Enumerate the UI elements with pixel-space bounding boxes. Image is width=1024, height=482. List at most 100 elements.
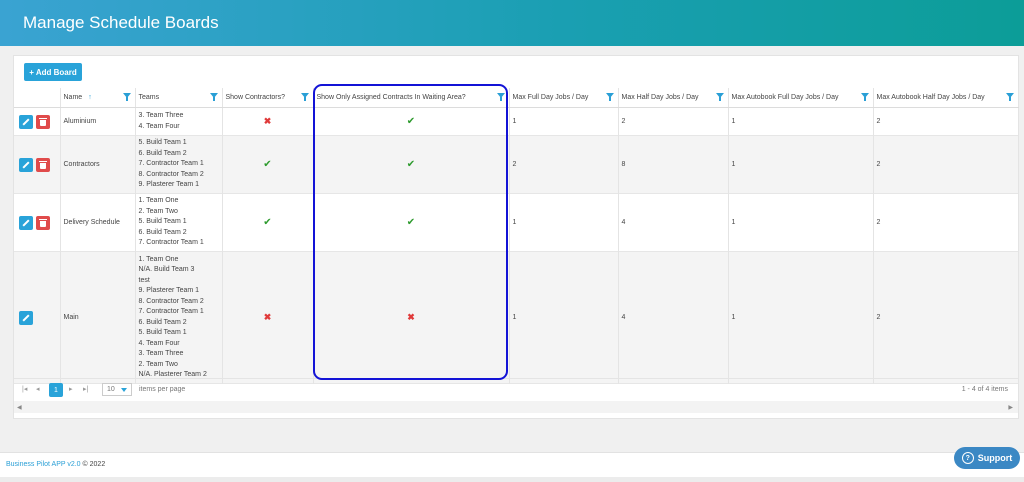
max-half-value: 4 xyxy=(618,193,729,252)
max-full-value: 2 xyxy=(509,135,619,194)
row-actions xyxy=(14,193,61,252)
page-title: Manage Schedule Boards xyxy=(23,13,219,32)
footer-brand-link[interactable]: Business Pilot APP v2.0 xyxy=(6,461,81,468)
row-actions xyxy=(14,107,61,136)
filter-icon[interactable] xyxy=(209,93,218,101)
show-assigned-cell: ✔ xyxy=(313,193,510,252)
bottom-strip xyxy=(0,477,1024,482)
show-contractors-cell: ✔ xyxy=(222,193,314,252)
col-auto-full-header[interactable]: Max Autobook Full Day Jobs / Day xyxy=(728,88,874,108)
team-item: 1. Team One xyxy=(138,197,179,205)
team-item: N/A. Build Team 3 xyxy=(138,266,195,273)
team-item: 5. Build Team 1 xyxy=(138,329,187,336)
max-half-value: 2 xyxy=(618,107,729,136)
show-assigned-cell: ✖ xyxy=(313,251,510,384)
boards-card: + Add Board Name ↑ Teams Show Contractors… xyxy=(13,55,1019,419)
filter-icon[interactable] xyxy=(605,93,614,101)
filter-icon[interactable] xyxy=(1005,93,1014,101)
col-max-full-header[interactable]: Max Full Day Jobs / Day xyxy=(509,88,619,108)
edit-icon[interactable] xyxy=(19,157,33,172)
delete-icon[interactable] xyxy=(36,114,50,129)
team-item: 6. Build Team 2 xyxy=(138,318,187,326)
footer: Business Pilot APP v2.0 © 2022 xyxy=(0,452,1024,478)
edit-icon[interactable] xyxy=(19,310,33,325)
sort-asc-icon: ↑ xyxy=(88,94,92,101)
team-item: 2. Team Two xyxy=(138,207,178,215)
board-name: Delivery Schedule xyxy=(60,193,136,252)
team-item: 1. Team One xyxy=(138,255,179,263)
col-max-half-header[interactable]: Max Half Day Jobs / Day xyxy=(618,88,729,108)
items-per-page-label: items per page xyxy=(139,386,186,393)
show-assigned-cell: ✔ xyxy=(313,135,510,194)
team-item: 6. Build Team 2 xyxy=(138,149,187,157)
pager: |◂ ◂ 1 ▸ ▸| 10 items per page 1 - 4 of 4… xyxy=(14,378,1018,401)
col-show-assigned-header[interactable]: Show Only Assigned Contracts In Waiting … xyxy=(313,88,510,108)
scroll-left-icon[interactable]: ◀ xyxy=(17,404,22,411)
auto-half-value: 2 xyxy=(873,135,1019,194)
page-header: Manage Schedule Boards xyxy=(0,0,1024,46)
auto-half-value: 2 xyxy=(873,107,1019,136)
col-name-header[interactable]: Name ↑ xyxy=(60,88,136,108)
auto-half-value: 2 xyxy=(873,251,1019,384)
teams-list: 5. Build Team 1 6. Build Team 2 7. Contrac… xyxy=(135,135,223,194)
add-board-button[interactable]: + Add Board xyxy=(24,63,82,81)
auto-half-value: 2 xyxy=(873,193,1019,252)
teams-list: 1. Team One N/A. Build Team 3 test 9. Plast… xyxy=(135,251,223,384)
col-show-contractors-header[interactable]: Show Contractors? xyxy=(222,88,314,108)
table-row: Aluminium 3. Team Three 4. Team Four ✖ ✔ 1 2 1 2 xyxy=(14,107,1019,136)
prev-page-icon[interactable]: ◂ xyxy=(36,385,40,393)
max-full-value: 1 xyxy=(509,251,619,384)
auto-full-value: 1 xyxy=(728,135,874,194)
team-item: 9. Plasterer Team 1 xyxy=(138,181,200,189)
delete-icon[interactable] xyxy=(36,215,50,230)
team-item: 6. Build Team 2 xyxy=(138,228,187,236)
horizontal-scrollbar[interactable]: ◀ ▶ xyxy=(14,401,1018,413)
auto-full-value: 1 xyxy=(728,251,874,384)
team-item: 2. Team Two xyxy=(138,360,178,368)
header-row: Name ↑ Teams Show Contractors? Show Only … xyxy=(14,88,1019,108)
current-page-button[interactable]: 1 xyxy=(49,383,63,397)
team-item: 5. Build Team 1 xyxy=(138,218,187,226)
team-item: 7. Contractor Team 1 xyxy=(138,239,204,247)
delete-icon[interactable] xyxy=(36,157,50,172)
team-item: test xyxy=(138,276,150,284)
team-item: 7. Contractor Team 1 xyxy=(138,308,204,315)
board-name: Aluminium xyxy=(60,107,136,136)
board-name: Contractors xyxy=(60,135,136,194)
cross-icon: ✖ xyxy=(263,312,272,322)
edit-icon[interactable] xyxy=(19,114,33,129)
next-page-icon[interactable]: ▸ xyxy=(69,385,73,393)
table-row: Main 1. Team One N/A. Build Team 3 test 9. P… xyxy=(14,251,1019,384)
col-teams-header[interactable]: Teams xyxy=(135,88,223,108)
first-page-icon[interactable]: |◂ xyxy=(22,385,27,393)
show-assigned-cell: ✔ xyxy=(313,107,510,136)
check-icon: ✔ xyxy=(406,116,416,127)
cross-icon: ✖ xyxy=(263,116,272,126)
auto-full-value: 1 xyxy=(728,107,874,136)
auto-full-value: 1 xyxy=(728,193,874,252)
filter-icon[interactable] xyxy=(715,93,724,101)
support-button[interactable]: ? Support xyxy=(954,447,1020,469)
filter-icon[interactable] xyxy=(496,93,505,101)
page-size-select[interactable]: 10 xyxy=(102,383,132,396)
edit-icon[interactable] xyxy=(19,215,33,230)
board-name: Main xyxy=(60,251,136,384)
show-contractors-cell: ✖ xyxy=(222,251,314,384)
team-item: 3. Team Three xyxy=(138,350,184,357)
col-actions-header xyxy=(14,88,61,108)
filter-icon[interactable] xyxy=(860,93,869,101)
boards-grid: Name ↑ Teams Show Contractors? Show Only … xyxy=(14,88,1019,384)
team-item: 8. Contractor Team 2 xyxy=(138,170,204,178)
filter-icon[interactable] xyxy=(122,93,131,101)
col-auto-half-header[interactable]: Max Autobook Half Day Jobs / Day xyxy=(873,88,1019,108)
team-item: 4. Team Four xyxy=(138,122,180,130)
show-contractors-cell: ✔ xyxy=(222,135,314,194)
show-contractors-cell: ✖ xyxy=(222,107,314,136)
team-item: 9. Plasterer Team 1 xyxy=(138,287,200,294)
scroll-right-icon[interactable]: ▶ xyxy=(1008,404,1013,411)
last-page-icon[interactable]: ▸| xyxy=(83,385,88,393)
row-actions xyxy=(14,251,61,384)
max-full-value: 1 xyxy=(509,107,619,136)
team-item: 4. Team Four xyxy=(138,339,180,347)
filter-icon[interactable] xyxy=(300,93,309,101)
